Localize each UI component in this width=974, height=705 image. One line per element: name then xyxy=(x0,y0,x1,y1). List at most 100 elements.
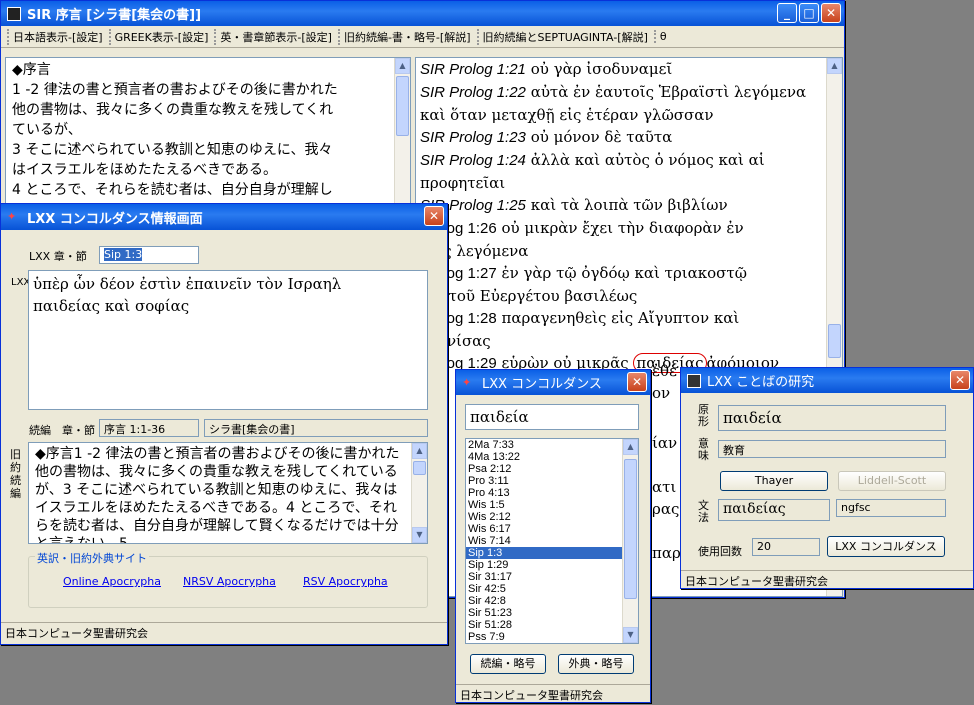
scroll-thumb[interactable] xyxy=(396,76,409,136)
minimize-icon[interactable]: _ xyxy=(777,3,797,23)
list-item[interactable]: Psa 2:12 xyxy=(466,463,638,475)
zokuhen-abbrev-button[interactable]: 続編・略号 xyxy=(470,654,546,674)
scroll-thumb[interactable] xyxy=(413,461,426,475)
lxx-greek-panel[interactable]: ὑπὲρ ὧν δέον ἐστὶν ἐπαινεῖν τὸν Ισραηλ π… xyxy=(28,270,428,410)
scroll-up-icon[interactable]: ▲ xyxy=(395,58,410,74)
word-study-window: LXX ことばの研究 ✕ 原形 παιδεία 意味 教育 Thayer Lid… xyxy=(680,367,974,589)
greek-text-span: οὐ μικρὰν ἔχει τὴν διαφορὰν ἐν xyxy=(501,219,744,237)
bunpo-label: 文法 xyxy=(698,499,709,524)
greek-text-span: ἐπὶ τοῦ Εὐεργέτου βασιλέως xyxy=(420,287,638,305)
info-window: ✦ LXX コンコルダンス情報画面 ✕ LXX 章・節 Sip 1:3 LXX … xyxy=(0,203,448,645)
genkei-field[interactable]: παιδεία xyxy=(718,405,946,431)
bunpo-code-field[interactable]: ngfsc xyxy=(836,499,946,517)
greek-text-span: προφητεῖαι xyxy=(420,174,506,192)
maximize-icon[interactable]: □ xyxy=(799,3,819,23)
toolbar-button-2[interactable]: 英・書章節表示-[設定] xyxy=(214,28,336,45)
lxx-concordance-button[interactable]: LXX コンコルダンス xyxy=(827,536,945,557)
list-item[interactable]: Sir 51:28 xyxy=(466,619,638,631)
list-item[interactable]: Sip 1:3 xyxy=(466,547,638,559)
concordance-status: 日本コンピュータ聖書研究会 xyxy=(456,684,650,702)
greek-text-span: ἀλλὰ καὶ αὐτὸς ὁ νόμος καὶ αἱ xyxy=(530,151,765,169)
close-icon[interactable]: ✕ xyxy=(821,3,841,23)
greek-line: SIR Prolog 1:24 ἀλλὰ καὶ αὐτὸς ὁ νόμος κ… xyxy=(420,149,838,172)
greek-line: τοῖς λεγόμενα xyxy=(420,240,838,262)
list-item[interactable]: Sir 42:5 xyxy=(466,583,638,595)
concordance-list[interactable]: 2Ma 7:33 4Ma 13:22 Psa 2:12 Pro 3:11 Pro 4:1… xyxy=(465,438,639,644)
toolbar-button-0[interactable]: 日本語表示-[設定] xyxy=(7,28,107,45)
greek-text-span: καὶ τὰ λοιπὰ τῶν βιβλίων xyxy=(530,196,728,214)
toolbar-button-1[interactable]: GREEK表示-[設定] xyxy=(108,28,213,45)
list-item[interactable]: 4Ma 13:22 xyxy=(466,451,638,463)
lxx-side-label: LXX xyxy=(11,277,31,288)
scroll-thumb[interactable] xyxy=(624,459,637,599)
list-item[interactable]: Pro 3:11 xyxy=(466,475,638,487)
zokuhen-ref-field[interactable]: 序言 1:1-36 xyxy=(99,419,199,437)
gaiten-abbrev-button[interactable]: 外典・略号 xyxy=(558,654,634,674)
list-item[interactable]: Sir 51:23 xyxy=(466,607,638,619)
lxx-ref-field[interactable]: Sip 1:3 xyxy=(99,246,199,264)
main-title: SIR 序言 [シラ書[集会の書]] xyxy=(27,8,202,23)
greek-line: Prolog 1:28 παραγενηθεὶς εἰς Αἴγυπτον κα… xyxy=(420,307,838,330)
list-item[interactable]: Wis 6:17 xyxy=(466,523,638,535)
japanese-scrollbar[interactable]: ▲ xyxy=(394,58,410,206)
lxx-icon: ✦ xyxy=(7,210,17,223)
apocrypha-group-label: 英訳・旧約外典サイト xyxy=(35,550,149,566)
zokuhen-japanese-panel[interactable]: ◆序言1 -2 律法の書と預言者の書およびその後に書かれた他の書物は、我々に多く… xyxy=(28,442,428,544)
list-item[interactable]: 2Ma 7:33 xyxy=(466,439,638,451)
greek-text-span: οὐ γὰρ ἰσοδυναμεῖ xyxy=(530,60,673,78)
main-titlebar[interactable]: SIR 序言 [シラ書[集会の書]] _ □ ✕ xyxy=(1,1,844,26)
close-icon[interactable]: ✕ xyxy=(424,206,444,226)
info-titlebar[interactable]: ✦ LXX コンコルダンス情報画面 ✕ xyxy=(1,204,447,230)
lxx-ref-value: Sip 1:3 xyxy=(104,248,143,261)
list-item[interactable]: Wis 7:14 xyxy=(466,535,638,547)
imi-field[interactable]: 教育 xyxy=(718,440,946,458)
japanese-line: ◆序言 xyxy=(12,62,51,78)
toolbar-button-3[interactable]: 旧約続編-書・略号-[解説] xyxy=(337,28,475,45)
scroll-up-icon[interactable]: ▲ xyxy=(412,443,427,459)
verse-ref: SIR Prolog 1:23 xyxy=(420,129,526,146)
concordance-titlebar[interactable]: ✦ LXX コンコルダンス ✕ xyxy=(456,370,650,395)
scroll-thumb[interactable] xyxy=(828,324,841,358)
scroll-down-icon[interactable]: ▼ xyxy=(623,627,638,643)
greek-fragment: ρας xyxy=(652,500,680,518)
greek-line: ἐπὶ τοῦ Εὐεργέτου βασιλέως xyxy=(420,285,838,307)
verse-ref: SIR Prolog 1:22 xyxy=(420,84,526,101)
bunpo-form-field[interactable]: παιδείας xyxy=(718,499,830,521)
zokuhen-book-field[interactable]: シラ書[集会の書] xyxy=(204,419,428,437)
concordance-scrollbar[interactable]: ▲ ▼ xyxy=(622,439,638,643)
scroll-up-icon[interactable]: ▲ xyxy=(623,439,638,455)
toolbar-button-5[interactable]: θ xyxy=(653,30,671,43)
list-item[interactable]: Pss 7:9 xyxy=(466,631,638,643)
concordance-search-input[interactable]: παιδεία xyxy=(465,404,639,430)
scroll-down-icon[interactable]: ▼ xyxy=(412,527,427,543)
list-item[interactable]: Sir 42:8 xyxy=(466,595,638,607)
greek-text-span: αὐτὰ ἐν ἑαυτοῖς Ἑβραϊστὶ λεγόμενα xyxy=(530,83,807,101)
liddell-scott-button[interactable]: Liddell-Scott xyxy=(838,471,946,491)
link-online-apocrypha[interactable]: Online Apocrypha xyxy=(63,575,161,588)
toolbar-button-4[interactable]: 旧約続編とSEPTUAGINTA-[解説] xyxy=(476,28,652,45)
greek-text-span: ἐν γὰρ τῷ ὀγδόῳ καὶ τριακοστῷ xyxy=(501,264,747,282)
zokuhen-scrollbar[interactable]: ▲ ▼ xyxy=(411,443,427,543)
word-study-title: LXX ことばの研究 xyxy=(707,375,815,390)
greek-text: SIR Prolog 1:21 οὐ γὰρ ἰσοδυναμεῖ SIR Pro… xyxy=(416,58,842,375)
close-icon[interactable]: ✕ xyxy=(627,372,647,392)
greek-fragment: ατι xyxy=(652,478,677,496)
greek-fragment: ίαν xyxy=(652,434,678,452)
verse-ref: SIR Prolog 1:21 xyxy=(420,61,526,78)
greek-fragment: παρ xyxy=(652,544,681,562)
word-study-titlebar[interactable]: LXX ことばの研究 ✕ xyxy=(681,368,973,393)
list-item[interactable]: Wis 1:5 xyxy=(466,499,638,511)
japanese-panel[interactable]: ◆序言 1 -2 律法の書と預言者の書およびその後に書かれた 他の書物は、我々に多く… xyxy=(5,57,411,207)
count-field[interactable]: 20 xyxy=(752,538,820,556)
thayer-button[interactable]: Thayer xyxy=(720,471,828,491)
list-item[interactable]: Wis 2:12 xyxy=(466,511,638,523)
list-item[interactable]: Sir 31:17 xyxy=(466,571,638,583)
close-icon[interactable]: ✕ xyxy=(950,370,970,390)
link-rsv-apocrypha[interactable]: RSV Apocrypha xyxy=(303,575,388,588)
list-item[interactable]: Sip 1:29 xyxy=(466,559,638,571)
greek-text-span: καὶ ὅταν μεταχθῇ εἰς ἑτέραν γλῶσσαν xyxy=(420,106,714,124)
japanese-line: はイスラエルをほめたたえるべきである。 xyxy=(12,162,278,178)
scroll-up-icon[interactable]: ▲ xyxy=(827,58,842,74)
link-nrsv-apocrypha[interactable]: NRSV Apocrypha xyxy=(183,575,276,588)
list-item[interactable]: Pro 4:13 xyxy=(466,487,638,499)
